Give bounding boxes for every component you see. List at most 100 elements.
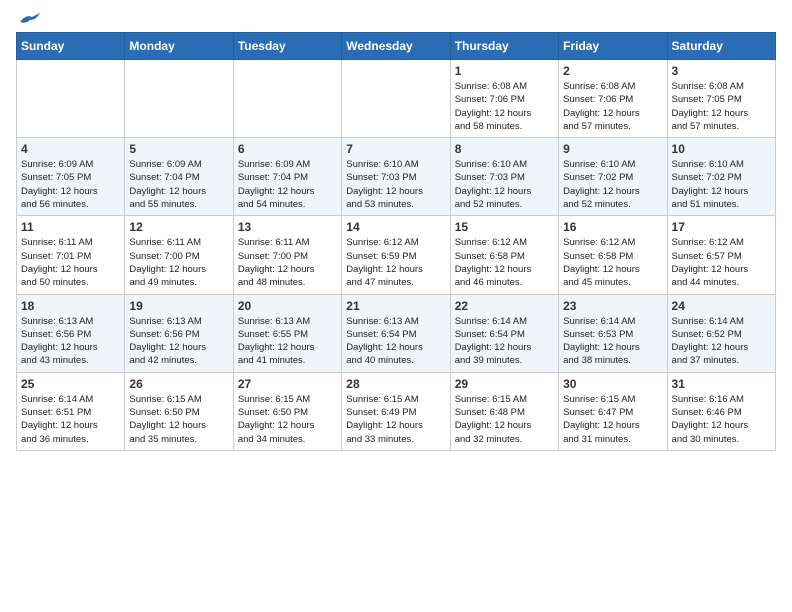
calendar-week-3: 11 Sunrise: 6:11 AM Sunset: 7:01 PM Dayli… xyxy=(17,216,776,294)
calendar-week-4: 18 Sunrise: 6:13 AM Sunset: 6:56 PM Dayli… xyxy=(17,294,776,372)
day-info: Sunrise: 6:08 AM Sunset: 7:06 PM Dayligh… xyxy=(455,80,554,133)
day-info: Sunrise: 6:14 AM Sunset: 6:54 PM Dayligh… xyxy=(455,315,554,368)
calendar-cell: 24 Sunrise: 6:14 AM Sunset: 6:52 PM Dayli… xyxy=(667,294,775,372)
calendar-cell xyxy=(125,60,233,138)
day-info: Sunrise: 6:13 AM Sunset: 6:55 PM Dayligh… xyxy=(238,315,337,368)
calendar-cell: 29Sunrise: 6:15 AM Sunset: 6:48 PM Dayli… xyxy=(450,372,558,450)
day-info: Sunrise: 6:11 AM Sunset: 7:00 PM Dayligh… xyxy=(129,236,228,289)
logo xyxy=(16,16,40,24)
calendar-cell: 3Sunrise: 6:08 AM Sunset: 7:05 PM Daylig… xyxy=(667,60,775,138)
calendar-cell: 11 Sunrise: 6:11 AM Sunset: 7:01 PM Dayli… xyxy=(17,216,125,294)
calendar-cell xyxy=(342,60,450,138)
day-number: 30 xyxy=(563,377,662,391)
day-number: 4 xyxy=(21,142,120,156)
day-number: 5 xyxy=(129,142,228,156)
day-info: Sunrise: 6:11 AM Sunset: 7:01 PM Dayligh… xyxy=(21,236,120,289)
day-info: Sunrise: 6:16 AM Sunset: 6:46 PM Dayligh… xyxy=(672,393,771,446)
day-info: Sunrise: 6:15 AM Sunset: 6:50 PM Dayligh… xyxy=(238,393,337,446)
calendar-cell: 15 Sunrise: 6:12 AM Sunset: 6:58 PM Dayli… xyxy=(450,216,558,294)
day-info: Sunrise: 6:10 AM Sunset: 7:02 PM Dayligh… xyxy=(563,158,662,211)
calendar-cell: 17 Sunrise: 6:12 AM Sunset: 6:57 PM Dayli… xyxy=(667,216,775,294)
day-info: Sunrise: 6:14 AM Sunset: 6:53 PM Dayligh… xyxy=(563,315,662,368)
col-header-saturday: Saturday xyxy=(667,33,775,60)
day-info: Sunrise: 6:13 AM Sunset: 6:56 PM Dayligh… xyxy=(129,315,228,368)
day-info: Sunrise: 6:09 AM Sunset: 7:04 PM Dayligh… xyxy=(238,158,337,211)
calendar-cell: 13Sunrise: 6:11 AM Sunset: 7:00 PM Dayli… xyxy=(233,216,341,294)
calendar-cell: 31Sunrise: 6:16 AM Sunset: 6:46 PM Dayli… xyxy=(667,372,775,450)
day-number: 14 xyxy=(346,220,445,234)
day-number: 9 xyxy=(563,142,662,156)
calendar-cell: 30Sunrise: 6:15 AM Sunset: 6:47 PM Dayli… xyxy=(559,372,667,450)
day-info: Sunrise: 6:12 AM Sunset: 6:58 PM Dayligh… xyxy=(563,236,662,289)
col-header-friday: Friday xyxy=(559,33,667,60)
calendar-table: SundayMondayTuesdayWednesdayThursdayFrid… xyxy=(16,32,776,451)
calendar-cell: 14 Sunrise: 6:12 AM Sunset: 6:59 PM Dayli… xyxy=(342,216,450,294)
day-number: 16 xyxy=(563,220,662,234)
day-number: 12 xyxy=(129,220,228,234)
day-info: Sunrise: 6:09 AM Sunset: 7:04 PM Dayligh… xyxy=(129,158,228,211)
day-number: 28 xyxy=(346,377,445,391)
calendar-cell: 18Sunrise: 6:13 AM Sunset: 6:56 PM Dayli… xyxy=(17,294,125,372)
calendar-cell: 28 Sunrise: 6:15 AM Sunset: 6:49 PM Dayli… xyxy=(342,372,450,450)
calendar-week-2: 4 Sunrise: 6:09 AM Sunset: 7:05 PM Daylig… xyxy=(17,138,776,216)
col-header-sunday: Sunday xyxy=(17,33,125,60)
day-number: 15 xyxy=(455,220,554,234)
day-info: Sunrise: 6:15 AM Sunset: 6:50 PM Dayligh… xyxy=(129,393,228,446)
calendar-cell: 27 Sunrise: 6:15 AM Sunset: 6:50 PM Dayli… xyxy=(233,372,341,450)
col-header-tuesday: Tuesday xyxy=(233,33,341,60)
day-number: 10 xyxy=(672,142,771,156)
day-number: 13 xyxy=(238,220,337,234)
day-info: Sunrise: 6:13 AM Sunset: 6:54 PM Dayligh… xyxy=(346,315,445,368)
day-number: 21 xyxy=(346,299,445,313)
calendar-cell: 23 Sunrise: 6:14 AM Sunset: 6:53 PM Dayli… xyxy=(559,294,667,372)
day-info: Sunrise: 6:12 AM Sunset: 6:58 PM Dayligh… xyxy=(455,236,554,289)
calendar-cell: 1 Sunrise: 6:08 AM Sunset: 7:06 PM Daylig… xyxy=(450,60,558,138)
day-number: 7 xyxy=(346,142,445,156)
page-header xyxy=(16,16,776,24)
day-info: Sunrise: 6:14 AM Sunset: 6:51 PM Dayligh… xyxy=(21,393,120,446)
day-info: Sunrise: 6:12 AM Sunset: 6:59 PM Dayligh… xyxy=(346,236,445,289)
col-header-thursday: Thursday xyxy=(450,33,558,60)
calendar-cell: 16 Sunrise: 6:12 AM Sunset: 6:58 PM Dayli… xyxy=(559,216,667,294)
calendar-cell: 25 Sunrise: 6:14 AM Sunset: 6:51 PM Dayli… xyxy=(17,372,125,450)
calendar-cell: 6Sunrise: 6:09 AM Sunset: 7:04 PM Daylig… xyxy=(233,138,341,216)
day-info: Sunrise: 6:12 AM Sunset: 6:57 PM Dayligh… xyxy=(672,236,771,289)
day-number: 18 xyxy=(21,299,120,313)
col-header-wednesday: Wednesday xyxy=(342,33,450,60)
logo-bird-icon xyxy=(18,12,40,28)
day-number: 11 xyxy=(21,220,120,234)
day-info: Sunrise: 6:08 AM Sunset: 7:05 PM Dayligh… xyxy=(672,80,771,133)
day-number: 25 xyxy=(21,377,120,391)
calendar-cell: 26 Sunrise: 6:15 AM Sunset: 6:50 PM Dayli… xyxy=(125,372,233,450)
day-number: 23 xyxy=(563,299,662,313)
calendar-header-row: SundayMondayTuesdayWednesdayThursdayFrid… xyxy=(17,33,776,60)
day-number: 17 xyxy=(672,220,771,234)
day-info: Sunrise: 6:14 AM Sunset: 6:52 PM Dayligh… xyxy=(672,315,771,368)
calendar-cell: 2Sunrise: 6:08 AM Sunset: 7:06 PM Daylig… xyxy=(559,60,667,138)
day-number: 27 xyxy=(238,377,337,391)
calendar-cell: 19 Sunrise: 6:13 AM Sunset: 6:56 PM Dayli… xyxy=(125,294,233,372)
day-number: 1 xyxy=(455,64,554,78)
col-header-monday: Monday xyxy=(125,33,233,60)
calendar-cell: 12 Sunrise: 6:11 AM Sunset: 7:00 PM Dayli… xyxy=(125,216,233,294)
day-info: Sunrise: 6:10 AM Sunset: 7:03 PM Dayligh… xyxy=(455,158,554,211)
calendar-cell: 5 Sunrise: 6:09 AM Sunset: 7:04 PM Daylig… xyxy=(125,138,233,216)
calendar-cell: 21 Sunrise: 6:13 AM Sunset: 6:54 PM Dayli… xyxy=(342,294,450,372)
day-number: 26 xyxy=(129,377,228,391)
day-info: Sunrise: 6:09 AM Sunset: 7:05 PM Dayligh… xyxy=(21,158,120,211)
day-info: Sunrise: 6:10 AM Sunset: 7:02 PM Dayligh… xyxy=(672,158,771,211)
calendar-week-1: 1 Sunrise: 6:08 AM Sunset: 7:06 PM Daylig… xyxy=(17,60,776,138)
day-info: Sunrise: 6:08 AM Sunset: 7:06 PM Dayligh… xyxy=(563,80,662,133)
calendar-cell: 22 Sunrise: 6:14 AM Sunset: 6:54 PM Dayli… xyxy=(450,294,558,372)
day-info: Sunrise: 6:15 AM Sunset: 6:49 PM Dayligh… xyxy=(346,393,445,446)
day-number: 19 xyxy=(129,299,228,313)
calendar-cell: 9 Sunrise: 6:10 AM Sunset: 7:02 PM Daylig… xyxy=(559,138,667,216)
calendar-cell: 4 Sunrise: 6:09 AM Sunset: 7:05 PM Daylig… xyxy=(17,138,125,216)
day-info: Sunrise: 6:10 AM Sunset: 7:03 PM Dayligh… xyxy=(346,158,445,211)
day-number: 20 xyxy=(238,299,337,313)
day-info: Sunrise: 6:15 AM Sunset: 6:48 PM Dayligh… xyxy=(455,393,554,446)
calendar-week-5: 25 Sunrise: 6:14 AM Sunset: 6:51 PM Dayli… xyxy=(17,372,776,450)
day-number: 24 xyxy=(672,299,771,313)
calendar-cell xyxy=(17,60,125,138)
day-number: 22 xyxy=(455,299,554,313)
